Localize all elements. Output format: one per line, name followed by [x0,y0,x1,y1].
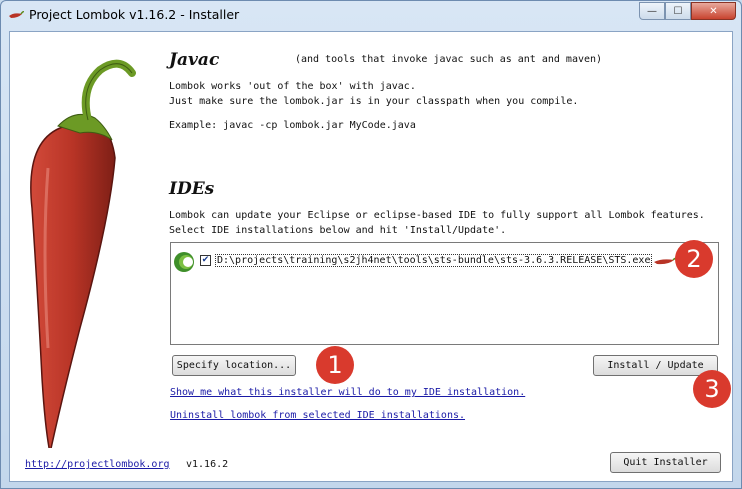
installer-window: Project Lombok v1.16.2 - Installer — ☐ ✕… [0,0,742,489]
javac-text-1: Lombok works 'out of the box' with javac… [169,81,416,92]
uninstall-link[interactable]: Uninstall lombok from selected IDE insta… [170,410,465,421]
ide-path[interactable]: D:\projects\training\s2jh4net\tools\sts-… [215,254,653,267]
minimize-button[interactable]: — [639,2,665,20]
ides-text-2: Select IDE installations below and hit '… [169,225,507,236]
version-label: v1.16.2 [186,459,229,470]
show-me-link[interactable]: Show me what this installer will do to m… [170,387,525,398]
eclipse-sts-icon [174,252,194,272]
javac-example: Example: javac -cp lombok.jar MyCode.jav… [169,120,416,131]
chili-pepper-icon [9,11,24,18]
ides-heading: IDEs [169,179,215,199]
ides-text-1: Lombok can update your Eclipse or eclips… [169,210,705,221]
installer-content: Javac (and tools that invoke javac such … [9,31,733,482]
window-title: Project Lombok v1.16.2 - Installer [29,7,240,22]
ide-checkbox[interactable]: ✔ [200,255,211,266]
website-link[interactable]: http://projectlombok.org [25,459,170,470]
caption-buttons: — ☐ ✕ [639,2,736,21]
specify-location-button[interactable]: Specify location... [172,355,296,376]
install-update-button[interactable]: Install / Update [593,355,718,376]
quit-installer-button[interactable]: Quit Installer [610,452,721,473]
maximize-button[interactable]: ☐ [665,2,691,20]
close-button[interactable]: ✕ [691,2,736,20]
javac-text-2: Just make sure the lombok.jar is in your… [169,96,579,107]
callout-3: 3 [693,370,731,408]
javac-subheading: (and tools that invoke javac such as ant… [295,54,603,65]
ide-installations-list[interactable]: ✔ D:\projects\training\s2jh4net\tools\st… [170,242,719,345]
chili-pepper-logo [30,59,136,448]
title-bar[interactable]: Project Lombok v1.16.2 - Installer — ☐ ✕ [1,1,741,31]
callout-2: 2 [675,240,713,278]
javac-heading: Javac [169,50,220,70]
callout-1: 1 [316,346,354,384]
